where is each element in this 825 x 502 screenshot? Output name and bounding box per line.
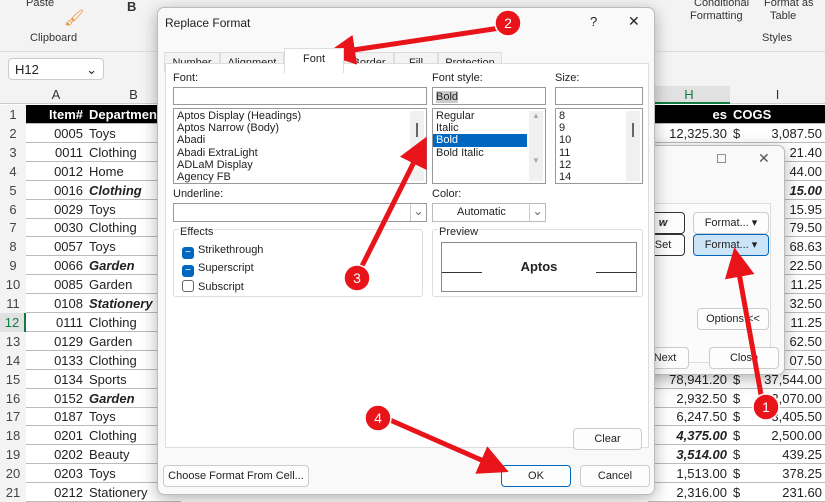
annotation-number: 3 (353, 270, 361, 286)
tab-font[interactable]: Font (284, 48, 344, 73)
arrow-3 (357, 136, 427, 272)
annotation-number: 4 (374, 410, 382, 426)
arrow-4 (388, 417, 509, 474)
annotation-number: 1 (762, 399, 770, 415)
annotation-number: 2 (504, 15, 512, 31)
annotation-arrows (325, 25, 765, 474)
arrow-1 (724, 247, 765, 401)
annotation-overlay: 1 2 3 4 (325, 9, 780, 474)
arrow-2 (325, 25, 501, 65)
